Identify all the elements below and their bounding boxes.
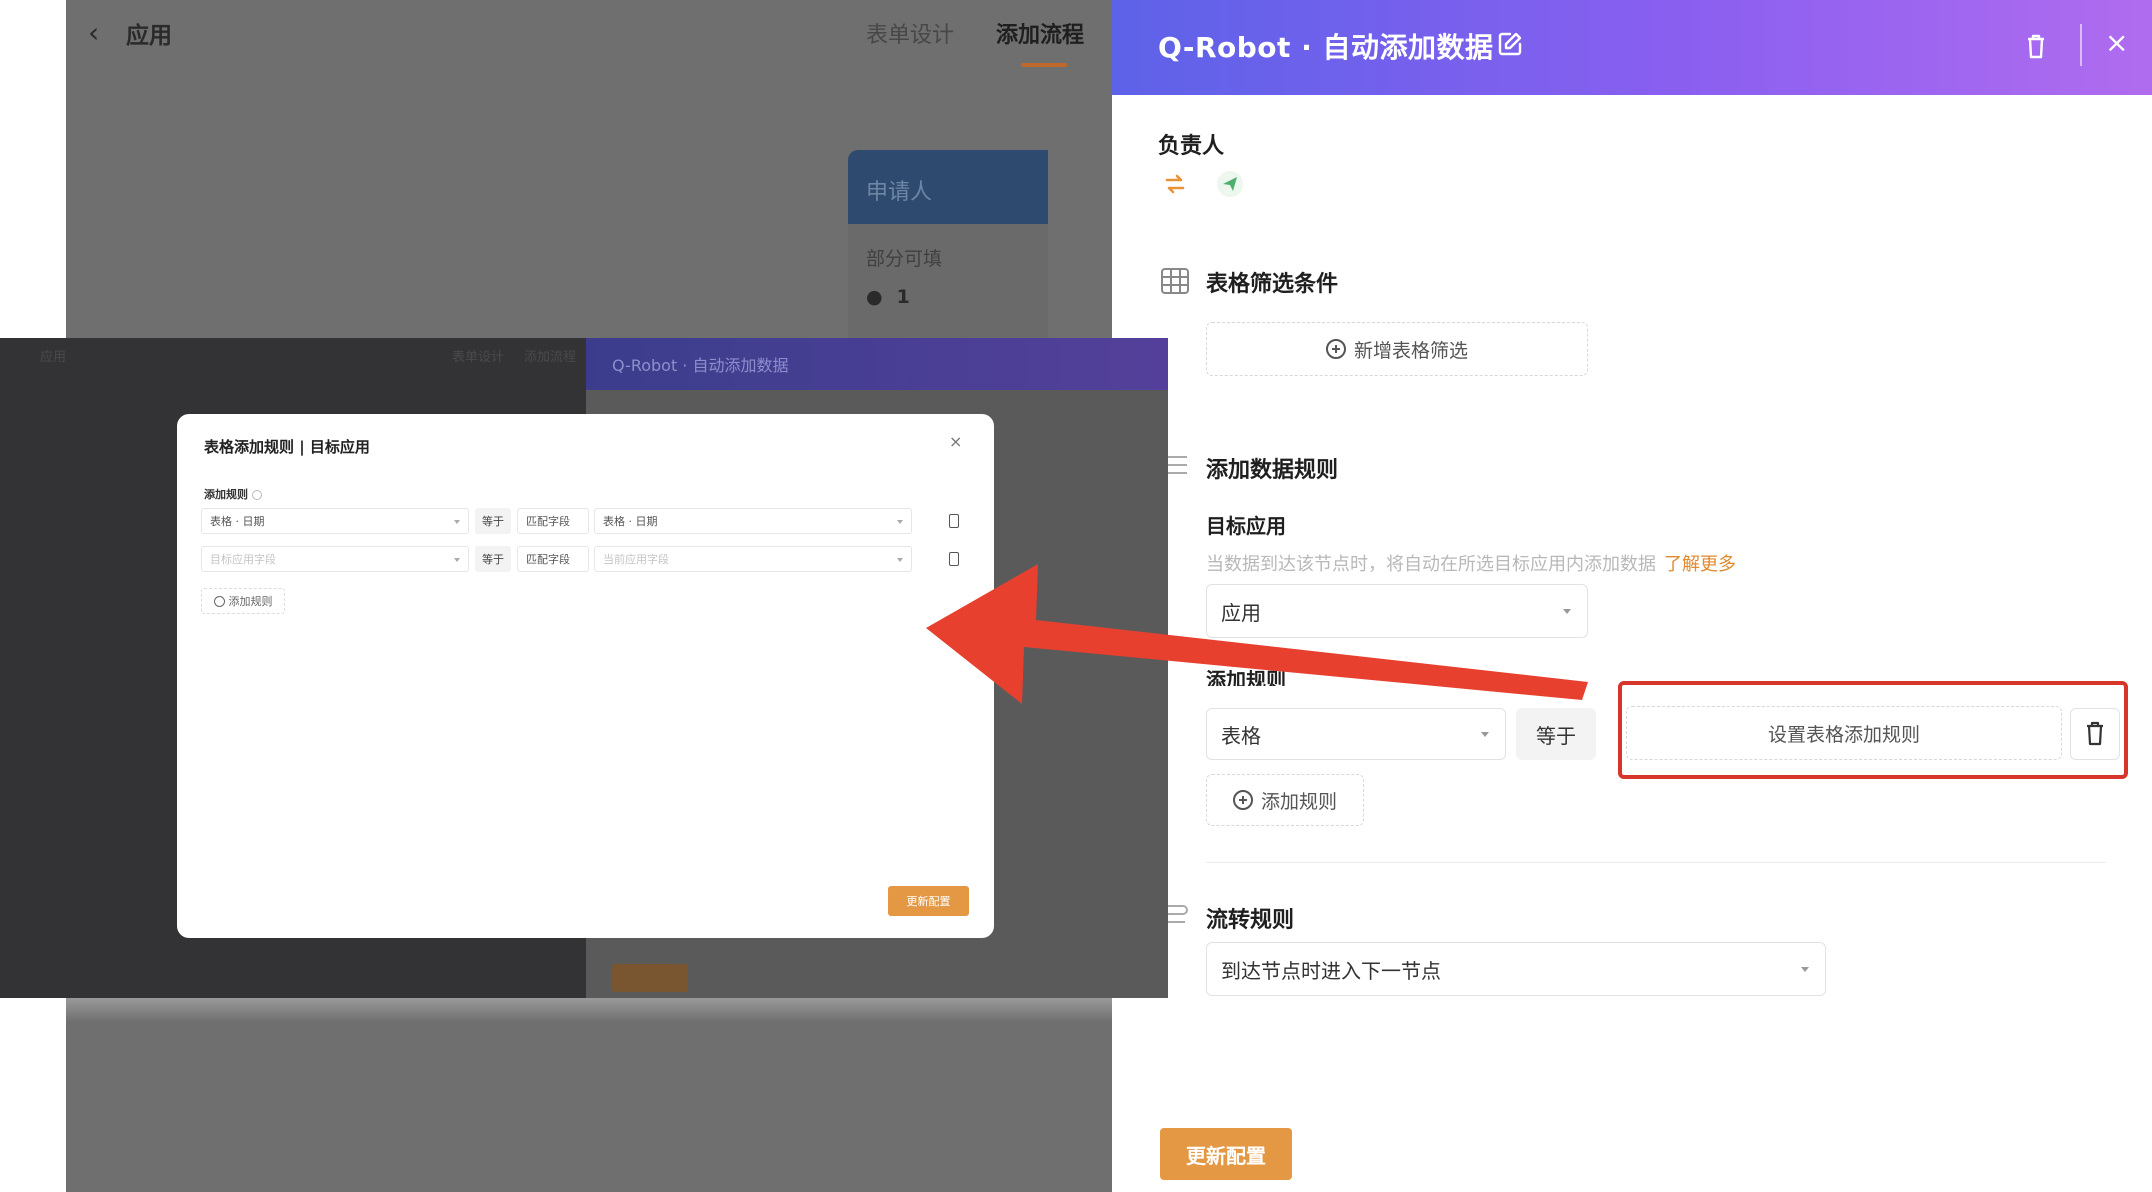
add-filter-button[interactable]: 新增表格筛选 bbox=[1206, 322, 1588, 376]
trash-icon[interactable] bbox=[2024, 32, 2048, 60]
modal-left-field[interactable]: 表格 · 日期 bbox=[201, 508, 469, 534]
chevron-down-icon bbox=[1481, 732, 1489, 737]
modal-update-button[interactable]: 更新配置 bbox=[888, 886, 969, 916]
equals-operator: 等于 bbox=[1516, 708, 1596, 760]
owner-label: 负责人 bbox=[1158, 134, 1225, 159]
target-app-label: 目标应用 bbox=[1206, 514, 1286, 538]
filter-label: 表格筛选条件 bbox=[1206, 272, 1339, 297]
add-rules-label: 添加数据规则 bbox=[1206, 458, 1339, 483]
chevron-down-icon bbox=[1801, 967, 1809, 972]
modal-add-rule-button[interactable]: 添加规则 bbox=[201, 588, 285, 614]
flow-rule-select[interactable]: 到达节点时进入下一节点 bbox=[1206, 942, 1826, 996]
plus-circle-icon bbox=[1325, 339, 1346, 359]
app-title: 应用 bbox=[126, 23, 172, 49]
table-icon bbox=[1161, 268, 1189, 294]
inset-tab-form: 表单设计 bbox=[452, 350, 505, 365]
edit-icon[interactable] bbox=[1496, 30, 1524, 58]
plus-circle-icon bbox=[213, 595, 225, 607]
inset-header-title: Q-Robot · 自动添加数据 bbox=[612, 356, 789, 375]
modal-mode-select[interactable]: 匹配字段 bbox=[517, 546, 589, 572]
modal-left-field[interactable]: 目标应用字段 bbox=[201, 546, 469, 572]
flow-rule-label: 流转规则 bbox=[1206, 908, 1295, 933]
modal-right-field[interactable]: 表格 · 日期 bbox=[594, 508, 912, 534]
modal-title: 表格添加规则 | 目标应用 bbox=[204, 438, 370, 456]
chevron-down-icon bbox=[897, 558, 903, 562]
add-rule-label: 添加规则 bbox=[1260, 790, 1337, 813]
trash-icon[interactable] bbox=[949, 514, 959, 528]
help-icon bbox=[252, 490, 262, 500]
panel-header: Q-Robot · 自动添加数据 × bbox=[1112, 0, 2152, 95]
update-config-button[interactable]: 更新配置 bbox=[1160, 1128, 1292, 1180]
chevron-down-icon bbox=[897, 520, 903, 524]
chevron-down-icon bbox=[454, 558, 460, 562]
close-icon[interactable]: × bbox=[949, 432, 962, 451]
modal-equals: 等于 bbox=[475, 508, 511, 534]
screenshot-stage: ‹ 应用 表单设计 添加流程 申请人 部分可填 ● 1 Q-Robot · 自动添… bbox=[0, 0, 2152, 1192]
inset-update-button bbox=[612, 964, 688, 992]
chevron-left-icon[interactable]: ‹ bbox=[88, 16, 99, 49]
target-app-select[interactable]: 应用 bbox=[1206, 584, 1588, 638]
app-topbar: ‹ 应用 表单设计 添加流程 bbox=[66, 0, 1112, 67]
modal-rules-label: 添加规则 bbox=[204, 486, 262, 502]
flow-rule-value: 到达节点时进入下一节点 bbox=[1221, 958, 1441, 983]
inset-app-title: 应用 bbox=[40, 350, 67, 365]
plus-circle-icon bbox=[1232, 790, 1253, 810]
flow-node-body bbox=[848, 224, 1048, 344]
swap-icon[interactable] bbox=[1163, 172, 1187, 196]
target-app-value: 应用 bbox=[1221, 600, 1261, 625]
target-app-helper: 当数据到达该节点时，将自动在所选目标应用内添加数据 了解更多 bbox=[1206, 554, 1736, 575]
rule-label: 添加规则 bbox=[1206, 668, 1286, 686]
add-filter-label: 新增表格筛选 bbox=[1353, 339, 1468, 362]
header-divider bbox=[2080, 24, 2082, 66]
background-strip bbox=[66, 998, 1112, 1022]
chevron-down-icon bbox=[1563, 609, 1571, 614]
rule-modal: 表格添加规则 | 目标应用 × 添加规则 表格 · 日期 等于 匹配字段 表格 … bbox=[177, 414, 994, 938]
flow-node-count: ● 1 bbox=[866, 286, 910, 308]
close-icon[interactable]: × bbox=[2105, 26, 2128, 59]
chevron-down-icon bbox=[454, 520, 460, 524]
flow-node-subtitle: 部分可填 bbox=[866, 248, 943, 270]
section-divider bbox=[1206, 862, 2106, 863]
send-icon[interactable] bbox=[1216, 170, 1244, 198]
tab-add-flow[interactable]: 添加流程 bbox=[996, 17, 1084, 49]
trash-icon[interactable] bbox=[949, 552, 959, 566]
modal-right-field[interactable]: 当前应用字段 bbox=[594, 546, 912, 572]
modal-mode-select[interactable]: 匹配字段 bbox=[517, 508, 589, 534]
eye-icon: ● bbox=[866, 286, 883, 308]
modal-equals: 等于 bbox=[475, 546, 511, 572]
highlight-box bbox=[1618, 681, 2128, 779]
flow-node-title: 申请人 bbox=[866, 180, 933, 205]
add-rule-button[interactable]: 添加规则 bbox=[1206, 774, 1364, 826]
inset-tab-flow: 添加流程 bbox=[524, 350, 577, 365]
panel-title: Q-Robot · 自动添加数据 bbox=[1158, 31, 1494, 64]
tab-form-design[interactable]: 表单设计 bbox=[866, 17, 954, 49]
active-tab-indicator bbox=[1021, 63, 1067, 67]
rule-field-select[interactable]: 表格 bbox=[1206, 708, 1506, 760]
learn-more-link[interactable]: 了解更多 bbox=[1664, 554, 1736, 575]
rule-field-value: 表格 bbox=[1221, 723, 1261, 748]
